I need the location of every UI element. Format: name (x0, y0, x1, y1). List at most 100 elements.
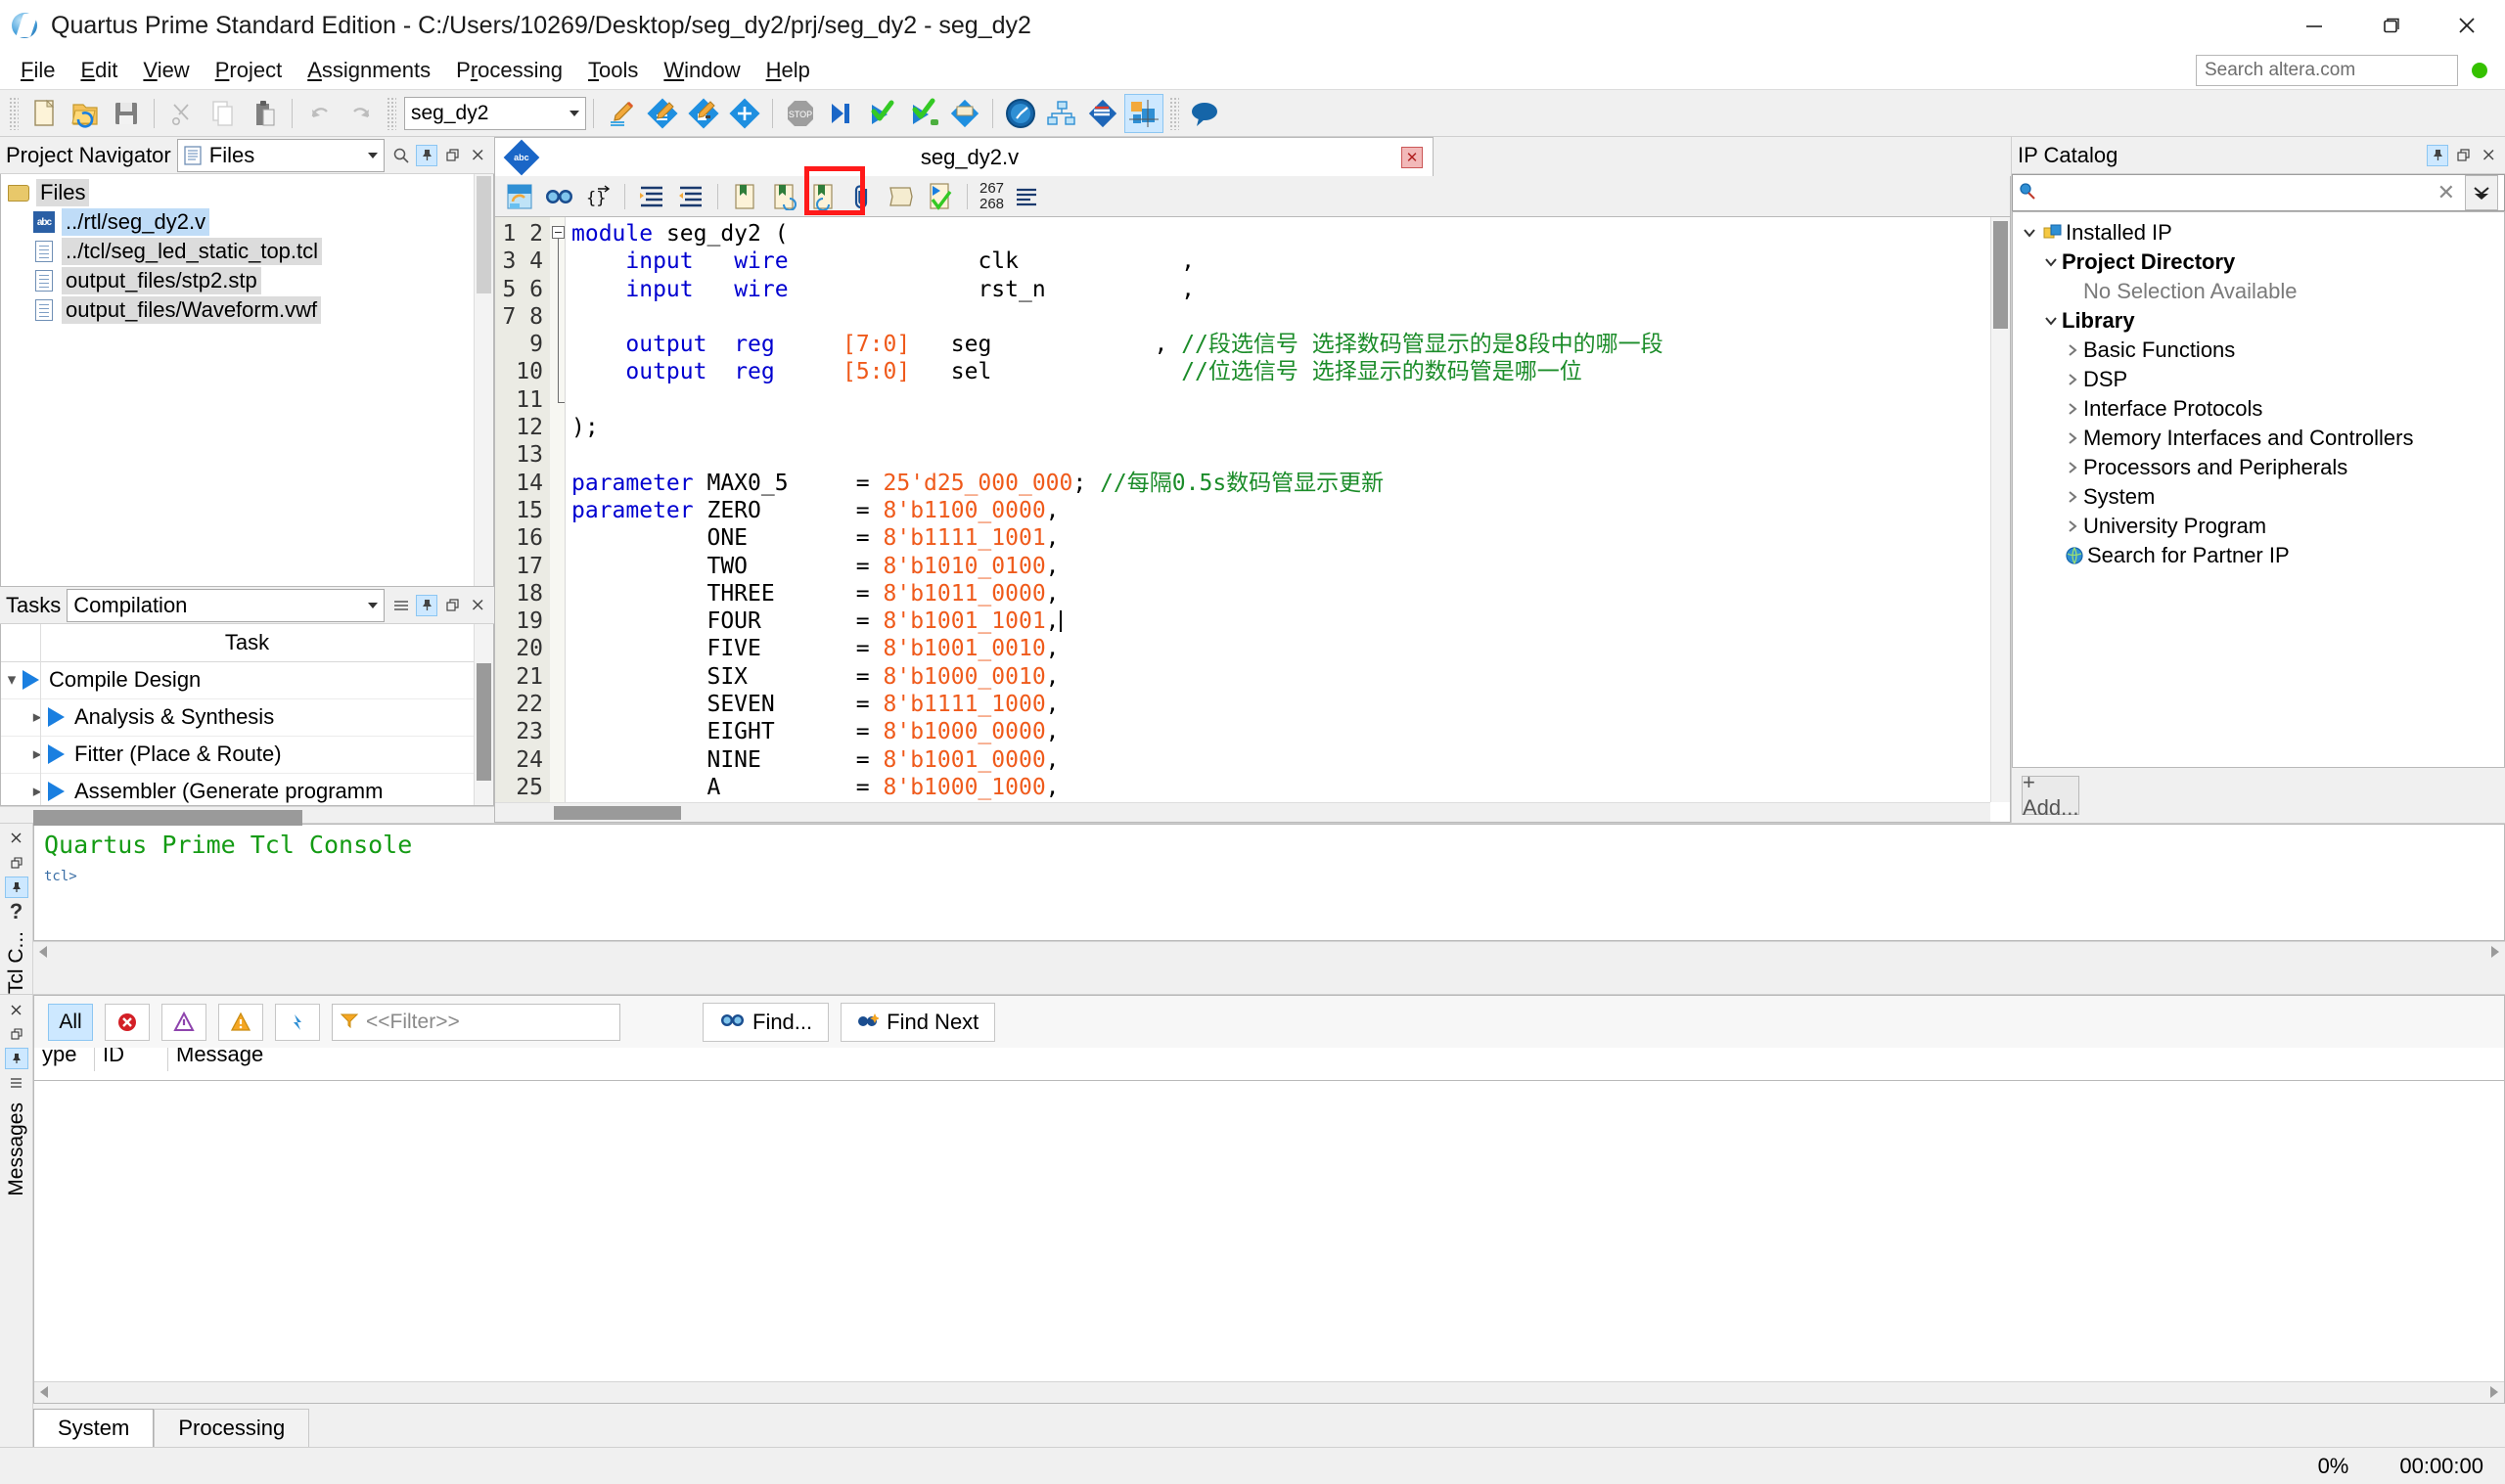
task-row[interactable]: ▾ Compile Design (1, 661, 493, 699)
start-compilation-icon[interactable] (863, 94, 902, 133)
run-task-icon[interactable] (23, 670, 39, 690)
pin-planner-icon[interactable] (684, 94, 723, 133)
timing-analyzer-icon[interactable] (1001, 94, 1040, 133)
chevron-right-icon[interactable] (2062, 343, 2083, 357)
menu-tools[interactable]: Tools (575, 54, 651, 87)
new-file-icon[interactable] (24, 94, 64, 133)
close-button[interactable] (2429, 0, 2505, 51)
tasks-vscrollbar[interactable] (474, 624, 493, 805)
altera-search-input[interactable]: Search altera.com (2196, 55, 2458, 86)
run-task-icon[interactable] (48, 782, 65, 801)
messages-column-message[interactable]: Message (168, 1048, 2504, 1071)
close-icon[interactable] (467, 145, 488, 166)
messages-column-id[interactable]: ID (95, 1048, 168, 1071)
pin-icon[interactable] (416, 594, 437, 616)
brace-match-icon[interactable]: {} (579, 179, 616, 214)
close-icon[interactable] (467, 595, 488, 616)
filter-all-button[interactable]: All (48, 1003, 93, 1041)
ip-node-9[interactable]: System (2013, 482, 2504, 512)
compile-pin-icon[interactable] (904, 94, 943, 133)
restore-icon[interactable] (441, 595, 463, 616)
maximize-button[interactable] (2352, 0, 2429, 51)
redo-icon[interactable] (342, 94, 381, 133)
project-navigator-view-combo[interactable]: Files (176, 138, 385, 172)
settings-pencil-icon[interactable] (602, 94, 641, 133)
paste-icon[interactable] (245, 94, 284, 133)
comment-icon[interactable] (883, 179, 920, 214)
editor-code-text[interactable]: module seg_dy2 ( input wire clk , input … (566, 217, 2010, 822)
cut-icon[interactable] (162, 94, 202, 133)
editor-tab-seg-dy2[interactable]: abc seg_dy2.v ✕ (494, 137, 1434, 176)
restore-icon[interactable] (5, 1023, 28, 1045)
chevron-right-icon[interactable] (2062, 461, 2083, 474)
find-next-button[interactable]: Find Next (841, 1002, 996, 1042)
outdent-icon[interactable] (672, 179, 709, 214)
menu-assignments[interactable]: Assignments (295, 54, 443, 87)
chevron-right-icon[interactable]: ▸ (26, 744, 48, 764)
close-icon[interactable] (5, 999, 28, 1020)
menu-icon[interactable] (5, 1072, 28, 1094)
search-icon[interactable] (390, 145, 412, 166)
bookmark-add-icon[interactable] (726, 179, 763, 214)
ip-node-6[interactable]: Interface Protocols (2013, 394, 2504, 424)
find-icon[interactable] (540, 179, 577, 214)
bookmark-next-icon[interactable] (765, 179, 802, 214)
task-row[interactable]: ▸ Analysis & Synthesis (1, 698, 493, 737)
menu-edit[interactable]: Edit (68, 54, 130, 87)
chevron-right-icon[interactable] (2062, 519, 2083, 533)
chip-planner-icon[interactable] (1124, 93, 1163, 133)
tcl-console-output[interactable]: Quartus Prime Tcl Console tcl> (33, 823, 2505, 941)
clear-icon[interactable]: ✕ (2430, 180, 2463, 205)
ip-add-button[interactable]: + Add... (2022, 770, 2080, 820)
task-row[interactable]: ▸ Assembler (Generate programm (1, 773, 493, 805)
ip-node-3[interactable]: Library (2013, 306, 2504, 336)
netlist-viewer-icon[interactable] (1042, 94, 1081, 133)
ip-node-5[interactable]: DSP (2013, 365, 2504, 394)
messages-hscrollbar[interactable] (34, 1381, 2504, 1403)
tree-item-file-2[interactable]: output_files/stp2.stp (1, 266, 493, 295)
chat-bubble-icon[interactable] (1185, 94, 1224, 133)
editor-vscrollbar[interactable] (1990, 217, 2010, 802)
project-navigator-vscrollbar[interactable] (474, 174, 493, 586)
toolbar-grip-2[interactable] (387, 96, 396, 130)
messages-filter-input[interactable]: <<Filter>> (332, 1003, 620, 1041)
line-wrap-icon[interactable] (1008, 179, 1045, 214)
bookmark-prev-icon[interactable] (804, 179, 842, 214)
signal-tap-icon[interactable] (1083, 94, 1122, 133)
find-button[interactable]: Find... (703, 1002, 830, 1042)
menu-view[interactable]: View (130, 54, 202, 87)
pin-icon[interactable] (416, 144, 437, 166)
hierarchy-icon[interactable] (501, 179, 538, 214)
tcl-console-hscrollbar[interactable] (33, 940, 2505, 963)
tab-processing[interactable]: Processing (154, 1409, 310, 1447)
close-icon[interactable] (2478, 145, 2499, 166)
messages-column-type[interactable]: ype (34, 1048, 95, 1071)
tab-system[interactable]: System (33, 1409, 155, 1447)
close-icon[interactable]: ✕ (1401, 146, 1423, 168)
chevron-right-icon[interactable] (2062, 431, 2083, 445)
close-icon[interactable] (5, 828, 28, 849)
messages-table-body[interactable] (33, 1081, 2505, 1404)
project-selector-combo[interactable]: seg_dy2 (404, 96, 586, 130)
menu-help[interactable]: Help (753, 54, 823, 87)
indent-icon[interactable] (633, 179, 670, 214)
chevron-right-icon[interactable] (2062, 402, 2083, 416)
chevron-down-icon[interactable]: ▾ (1, 670, 23, 690)
tree-item-file-1[interactable]: ../tcl/seg_led_static_top.tcl (1, 237, 493, 266)
save-icon[interactable] (107, 94, 146, 133)
restore-icon[interactable] (5, 852, 28, 874)
help-icon[interactable]: ? (5, 899, 28, 923)
menu-file[interactable]: File (8, 54, 68, 87)
open-folder-icon[interactable] (66, 94, 105, 133)
tasks-hscrollbar[interactable] (0, 805, 494, 826)
tree-item-file-0[interactable]: abc ../rtl/seg_dy2.v (1, 207, 493, 237)
toolbar-grip[interactable] (9, 96, 19, 130)
assignment-editor-icon[interactable] (643, 94, 682, 133)
syntax-check-icon[interactable] (922, 179, 959, 214)
filter-info-button[interactable] (275, 1003, 320, 1041)
ip-node-2[interactable]: No Selection Available (2013, 277, 2504, 306)
pin-icon[interactable] (4, 876, 28, 898)
undo-icon[interactable] (300, 94, 340, 133)
editor-fold-column[interactable] (550, 217, 566, 822)
menu-project[interactable]: Project (203, 54, 295, 87)
